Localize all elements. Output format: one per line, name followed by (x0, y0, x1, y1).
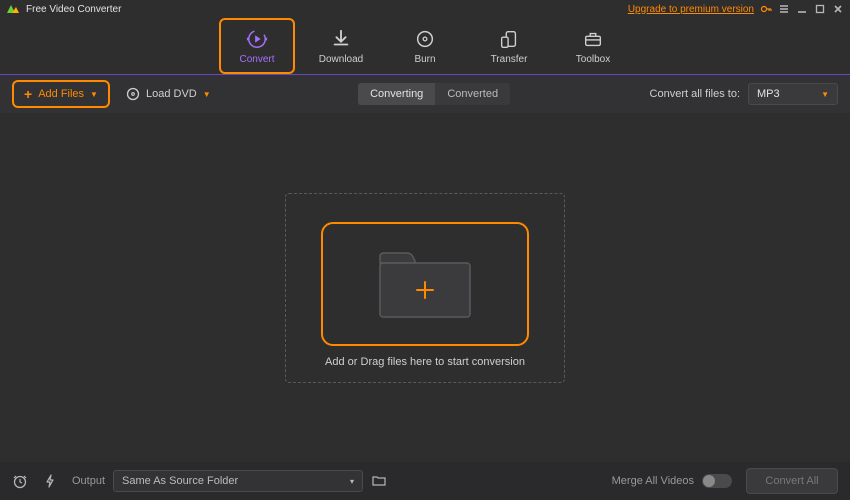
top-nav: Convert Download Burn Transfer Toolbox (0, 18, 850, 74)
add-files-label: Add Files (38, 88, 84, 100)
tab-converted[interactable]: Converted (435, 83, 510, 105)
action-bar: + Add Files ▼ Load DVD ▼ Converting Conv… (0, 75, 850, 113)
speed-icon[interactable] (42, 473, 58, 489)
add-files-button[interactable]: + Add Files ▼ (12, 80, 110, 108)
tab-download[interactable]: Download (303, 18, 379, 74)
tab-convert-label: Convert (239, 54, 274, 65)
convert-all-button[interactable]: Convert All (746, 468, 838, 494)
minimize-icon[interactable] (796, 3, 808, 15)
chevron-down-icon: ▼ (90, 90, 98, 99)
format-select[interactable]: MP3 ▼ (748, 83, 838, 105)
convert-all-to-label: Convert all files to: (650, 88, 740, 100)
close-icon[interactable] (832, 3, 844, 15)
disc-icon (126, 87, 140, 101)
chevron-down-icon: ▼ (821, 90, 829, 99)
tab-convert[interactable]: Convert (219, 18, 295, 74)
tab-download-label: Download (319, 54, 363, 65)
chevron-down-icon: ▼ (203, 90, 211, 99)
load-dvd-label: Load DVD (146, 88, 197, 100)
output-wrap: Output Same As Source Folder ▾ (72, 470, 387, 492)
bottom-bar: Output Same As Source Folder ▾ Merge All… (0, 462, 850, 500)
tab-transfer-label: Transfer (491, 54, 528, 65)
status-tabs: Converting Converted (358, 83, 510, 105)
output-label: Output (72, 475, 105, 487)
main-area: Add or Drag files here to start conversi… (0, 113, 850, 463)
output-folder-select[interactable]: Same As Source Folder ▾ (113, 470, 363, 492)
clock-icon[interactable] (12, 473, 28, 489)
merge-videos-label: Merge All Videos (612, 475, 694, 487)
drop-zone[interactable]: Add or Drag files here to start conversi… (285, 193, 565, 383)
merge-videos-toggle[interactable] (702, 474, 732, 488)
load-dvd-button[interactable]: Load DVD ▼ (118, 83, 219, 105)
format-selected-value: MP3 (757, 88, 780, 100)
tab-converting[interactable]: Converting (358, 83, 435, 105)
menu-icon[interactable] (778, 3, 790, 15)
tab-toolbox-label: Toolbox (576, 54, 610, 65)
key-icon[interactable] (760, 3, 772, 15)
maximize-icon[interactable] (814, 3, 826, 15)
titlebar-right: Upgrade to premium version (628, 3, 844, 15)
merge-videos-wrap: Merge All Videos (612, 474, 732, 488)
tab-toolbox[interactable]: Toolbox (555, 18, 631, 74)
drop-zone-text: Add or Drag files here to start conversi… (325, 356, 525, 368)
download-icon (330, 28, 352, 50)
app-title: Free Video Converter (26, 4, 121, 15)
title-bar: Free Video Converter Upgrade to premium … (0, 0, 850, 18)
tab-transfer[interactable]: Transfer (471, 18, 547, 74)
plus-icon: + (24, 86, 32, 102)
app-logo-icon (6, 3, 20, 15)
add-files-dropzone[interactable] (321, 222, 529, 346)
output-folder-value: Same As Source Folder (122, 475, 238, 487)
burn-icon (414, 28, 436, 50)
convert-icon (246, 28, 268, 50)
tab-burn[interactable]: Burn (387, 18, 463, 74)
open-folder-icon[interactable] (371, 473, 387, 489)
convert-all-to: Convert all files to: MP3 ▼ (650, 83, 838, 105)
upgrade-link[interactable]: Upgrade to premium version (628, 4, 754, 15)
chevron-down-icon: ▾ (350, 477, 354, 486)
titlebar-left: Free Video Converter (6, 3, 121, 15)
toolbox-icon (582, 28, 604, 50)
folder-plus-icon (365, 239, 485, 329)
transfer-icon (498, 28, 520, 50)
tab-burn-label: Burn (414, 54, 435, 65)
